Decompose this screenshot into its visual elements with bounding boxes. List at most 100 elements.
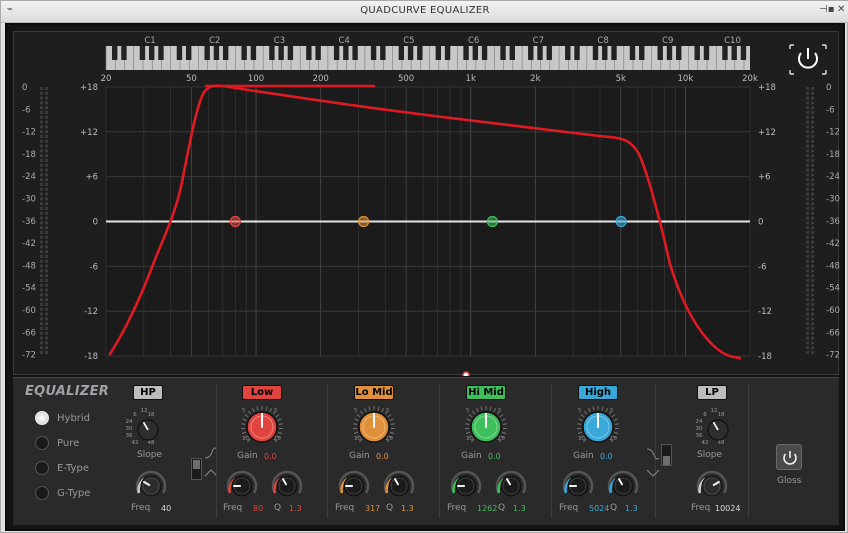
meter-segment — [811, 341, 814, 345]
band-node-himid[interactable] — [486, 215, 499, 228]
meter-segment — [811, 216, 814, 220]
meter-segment — [806, 317, 809, 321]
band-node-low[interactable] — [229, 215, 241, 228]
meter-segment — [806, 327, 809, 330]
meter-segment — [40, 173, 43, 177]
q-knob-lomid[interactable] — [383, 470, 415, 502]
meter-segment — [45, 211, 48, 215]
eq-display[interactable]: C1 C2 C3 C4 C5 C6 C7 C8 C9 C10 20 50 100 200 500 1k 2k 5k… — [13, 31, 840, 376]
black-key — [574, 46, 580, 60]
meter-segment — [806, 163, 809, 167]
freq-label-himid: Freq — [447, 503, 467, 513]
band-node-lomid[interactable] — [358, 215, 370, 228]
freq-knob-high[interactable] — [562, 470, 594, 502]
gain-scale-label: 10 — [466, 436, 473, 442]
meter-segment — [45, 96, 48, 100]
meter-segment — [40, 139, 43, 143]
meter-segment — [40, 130, 43, 134]
gain-tick — [466, 418, 471, 421]
black-key — [463, 46, 469, 60]
mode-label: Hybrid — [57, 412, 91, 424]
gloss-power-button[interactable] — [776, 444, 802, 470]
gain-tick — [390, 431, 395, 434]
hp-slope-dial[interactable]: 6 1218 24303642 48 — [121, 408, 171, 450]
band-button-himid[interactable]: Hi Mid — [466, 385, 506, 400]
black-key — [666, 46, 673, 60]
black-key — [528, 46, 534, 60]
hp-button[interactable]: HP — [133, 385, 163, 400]
meter-segment — [40, 312, 43, 316]
meter-segment — [806, 216, 809, 220]
meter-segment — [811, 293, 814, 297]
band-button-high[interactable]: High — [578, 385, 618, 400]
gain-tick — [502, 431, 507, 434]
output-marker[interactable] — [462, 371, 470, 376]
gain-tick — [501, 418, 506, 421]
meter-segment — [806, 96, 809, 100]
close-icon[interactable]: ✕ — [837, 4, 845, 15]
meter-segment — [40, 159, 43, 162]
freq-knob-himid[interactable] — [450, 470, 482, 502]
slope-scale-label: 6 — [133, 412, 137, 418]
meter-segment — [45, 101, 48, 105]
gain-tick — [278, 423, 283, 425]
meter-segment — [811, 168, 814, 172]
q-knob-himid[interactable] — [495, 470, 527, 502]
meter-label: -54 — [826, 284, 840, 294]
meter-segment — [45, 341, 48, 345]
meter-segment — [45, 149, 48, 153]
bypass-power-icon[interactable] — [789, 44, 827, 75]
gain-scale-label: 5 — [386, 408, 390, 414]
meter-label: 0 — [826, 83, 831, 93]
band-button-lomid[interactable]: Lo Mid — [354, 385, 394, 400]
piano-keyboard[interactable] — [105, 46, 750, 70]
pin-icon[interactable]: ⊣▪ — [819, 4, 835, 15]
slope-scale-label: 12 — [711, 408, 718, 414]
mode-radio-g-type[interactable]: G-Type — [35, 486, 90, 500]
mode-radio-pure[interactable]: Pure — [35, 436, 79, 450]
gain-tick — [354, 418, 359, 421]
black-key — [176, 46, 183, 60]
freq-knob-low[interactable] — [226, 470, 258, 502]
lp-type-toggle[interactable] — [661, 444, 672, 466]
meter-segment — [811, 183, 814, 186]
lp-slope-dial[interactable]: 6 1218 24303642 48 — [691, 408, 741, 450]
eq-graph[interactable]: C1 C2 C3 C4 C5 C6 C7 C8 C9 C10 20 50 100 200 500 1k 2k 5k… — [14, 32, 840, 376]
q-knob-low[interactable] — [271, 470, 303, 502]
meter-segment — [811, 298, 814, 302]
mode-label: G-Type — [57, 487, 91, 499]
meter-segment — [45, 216, 48, 220]
mode-radio-e-type[interactable]: E-Type — [35, 461, 89, 475]
mode-radio-hybrid[interactable]: Hybrid — [35, 411, 90, 425]
meter-segment — [811, 221, 814, 225]
slope-scale-label: 42 — [702, 440, 709, 446]
slope-scale-label: 18 — [148, 412, 155, 418]
hp-type-toggle[interactable] — [191, 458, 202, 480]
gain-knob-himid[interactable]: 10 5 5 10 — [463, 404, 509, 448]
gain-tick — [577, 431, 582, 434]
separator — [216, 384, 217, 518]
band-button-low[interactable]: Low — [242, 385, 282, 400]
meter-segment — [45, 125, 48, 129]
meter-segment — [40, 111, 43, 114]
freq-value-himid: 1262 — [477, 504, 498, 513]
gain-knob-lomid[interactable]: 10 5 5 10 — [351, 404, 397, 448]
freq-axis-label: 10k — [678, 74, 694, 84]
lp-freq-value: 10024 — [715, 504, 741, 513]
gain-tick — [611, 414, 616, 418]
freq-knob-lomid[interactable] — [338, 470, 370, 502]
meter-segment — [45, 303, 48, 306]
lp-button[interactable]: LP — [697, 385, 727, 400]
octave-label: C2 — [209, 36, 220, 46]
gain-knob-high[interactable]: 10 5 5 10 — [575, 404, 621, 448]
knob-body — [140, 475, 162, 497]
q-knob-high[interactable] — [607, 470, 639, 502]
gain-knob-low[interactable]: 10 5 5 10 — [239, 404, 285, 448]
meter-segment — [811, 163, 814, 167]
lp-freq-dial[interactable] — [696, 470, 728, 502]
hp-freq-dial[interactable] — [135, 470, 167, 502]
meter-segment — [806, 221, 809, 225]
band-node-high[interactable] — [615, 215, 627, 228]
gain-tick — [278, 431, 283, 434]
meter-segment — [40, 149, 43, 153]
